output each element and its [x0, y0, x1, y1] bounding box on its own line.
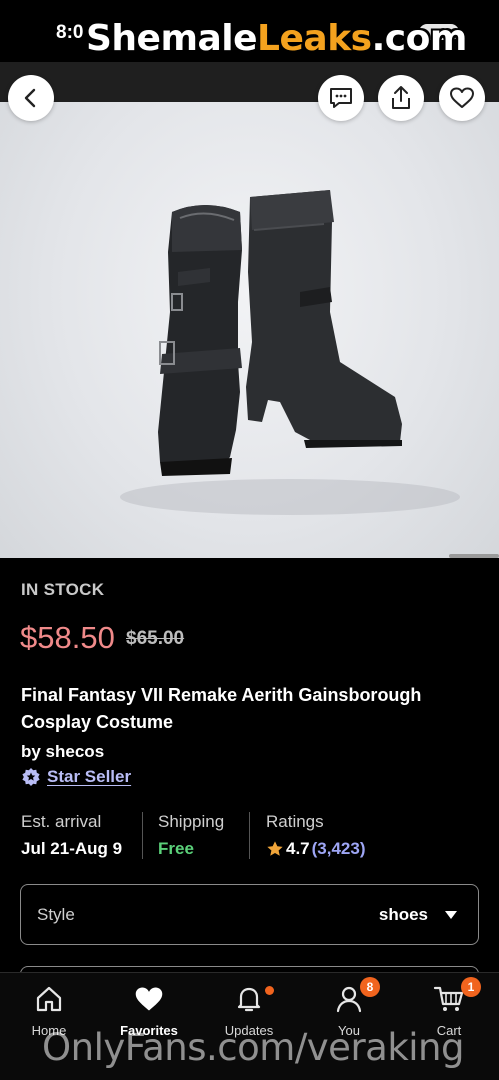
scroll-indicator [449, 554, 499, 558]
shipping-label: Shipping [158, 812, 225, 831]
style-label: Style [37, 904, 75, 924]
stock-status: IN STOCK [21, 580, 105, 599]
product-image-carousel[interactable] [0, 62, 499, 558]
back-button[interactable] [8, 75, 54, 121]
ratings-summary[interactable]: 4.7 (3,423) [266, 839, 366, 859]
share-button[interactable] [378, 75, 424, 121]
product-photo [0, 102, 499, 558]
favorite-button[interactable] [439, 75, 485, 121]
watermark-part-1: Shemale [86, 18, 258, 59]
caret-down-icon [445, 910, 457, 919]
star-icon [267, 841, 283, 856]
cart-badge: 1 [461, 977, 481, 997]
you-badge: 8 [360, 977, 380, 997]
share-icon [392, 86, 410, 109]
chevron-left-icon [24, 88, 36, 108]
bell-icon [237, 987, 261, 1012]
watermark-part-2: Leaks [257, 18, 372, 59]
star-seller-icon [22, 768, 40, 786]
chat-icon [330, 88, 352, 108]
ratings-info[interactable]: Ratings 4.7 (3,423) [266, 812, 366, 859]
divider [142, 812, 143, 859]
boots-image [120, 190, 460, 515]
watermark-top: ShemaleLeaks.com [86, 18, 467, 59]
watermark-bottom: OnlyFans.com/veraking [42, 1026, 464, 1069]
heart-outline-icon [450, 87, 474, 108]
sale-price: $58.50 [20, 620, 115, 655]
star-seller-label: Star Seller [47, 767, 132, 786]
star-seller-badge[interactable]: Star Seller [21, 767, 131, 787]
arrival-label: Est. arrival [21, 812, 102, 831]
shipping-info: Shipping Free [158, 812, 224, 859]
home-icon [36, 986, 62, 1012]
original-price: $65.00 [126, 628, 185, 649]
shipping-value: Free [158, 839, 194, 858]
updates-dot [265, 986, 274, 995]
rating-value: 4.7 [286, 839, 310, 858]
seller-link[interactable]: by shecos [21, 742, 104, 762]
heart-icon [135, 987, 163, 1011]
arrival-value: Jul 21-Aug 9 [21, 839, 123, 858]
arrival-info: Est. arrival Jul 21-Aug 9 [21, 812, 122, 859]
style-select[interactable]: Style shoes [20, 884, 479, 945]
message-seller-button[interactable] [318, 75, 364, 121]
divider [249, 812, 250, 859]
style-value: shoes [378, 904, 428, 924]
rating-count[interactable]: (3,423) [312, 839, 366, 859]
product-title: Final Fantasy VII Remake Aerith Gainsbor… [21, 685, 422, 732]
status-time: 8:0 [56, 22, 84, 43]
watermark-part-3: .com [371, 18, 468, 59]
ratings-label: Ratings [266, 812, 324, 831]
